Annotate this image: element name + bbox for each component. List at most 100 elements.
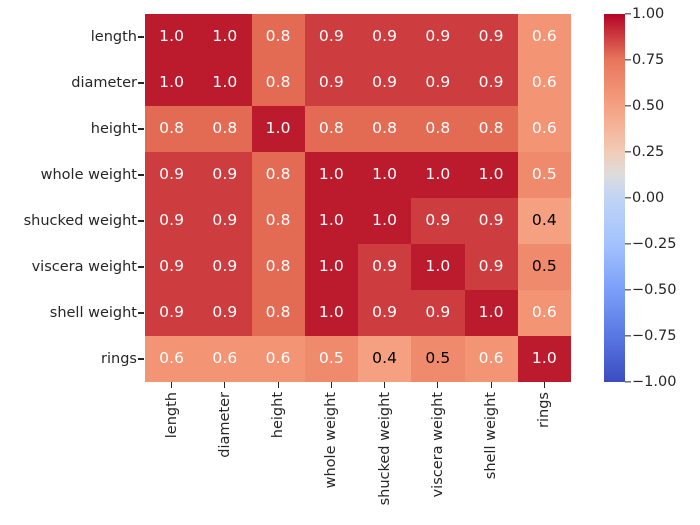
heatmap-cell: 0.9 [411, 198, 465, 244]
y-axis-tick-label: shucked weight [23, 213, 137, 229]
heatmap-cell: 0.6 [517, 14, 571, 60]
heatmap-cell: 0.8 [251, 14, 305, 60]
heatmap-cell: 0.6 [145, 336, 199, 382]
y-axis-tick-mark [137, 60, 145, 106]
heatmap-cell: 1.0 [304, 152, 358, 198]
y-axis-tick-mark [137, 152, 145, 198]
heatmap-cell: 0.9 [358, 290, 412, 336]
correlation-heatmap-figure: length diameter height whole weight shucked … [0, 0, 700, 525]
heatmap-cell: 0.6 [464, 336, 518, 382]
heatmap-cell: 1.0 [198, 60, 252, 106]
x-axis-tick-mark [305, 382, 358, 390]
heatmap-cell: 1.0 [358, 198, 412, 244]
colorbar-tick-label: −0.50 [632, 282, 677, 298]
y-axis-tick-label: rings [101, 351, 137, 367]
colorbar-tick-mark [625, 289, 631, 291]
y-axis-tick-mark [137, 244, 145, 290]
colorbar-tick-mark [625, 105, 631, 107]
heatmap-cell: 0.5 [411, 336, 465, 382]
colorbar-tick-mark [625, 13, 631, 15]
x-axis-tick-label-slot: height [252, 392, 305, 522]
y-axis-tick-mark [137, 14, 145, 60]
heatmap-cell: 0.9 [304, 14, 358, 60]
heatmap-cell: 1.0 [198, 14, 252, 60]
heatmap-cell: 0.8 [251, 152, 305, 198]
heatmap-cell: 0.8 [464, 106, 518, 152]
heatmap-cell: 0.8 [304, 106, 358, 152]
heatmap-cell: 0.8 [251, 244, 305, 290]
heatmap-cell: 0.4 [517, 198, 571, 244]
x-axis-tick-mark [198, 382, 251, 390]
heatmap-cell: 0.8 [145, 106, 199, 152]
heatmap-cell: 0.8 [198, 106, 252, 152]
y-axis-tick-labels: length diameter height whole weight shucked … [0, 14, 137, 382]
heatmap-cell: 0.8 [411, 106, 465, 152]
y-axis-tick-marks [137, 14, 145, 382]
heatmap-cell: 0.9 [358, 60, 412, 106]
x-axis-tick-label-slot: shucked weight [358, 392, 411, 522]
x-axis-tick-mark [145, 382, 198, 390]
colorbar-tick-label: −1.00 [632, 374, 677, 390]
colorbar-tick-labels: 1.00 0.75 0.50 0.25 0.00 −0.25 −0.50 −0.75 −1.00 [632, 6, 698, 390]
heatmap-cell: 1.0 [145, 60, 199, 106]
heatmap-cell: 0.9 [145, 198, 199, 244]
heatmap-cell: 0.9 [198, 290, 252, 336]
x-axis-tick-label-slot: viscera weight [411, 392, 464, 522]
colorbar-tick-mark [625, 59, 631, 61]
heatmap-cell: 0.9 [464, 14, 518, 60]
colorbar-tick-label: 0.75 [632, 52, 665, 68]
y-axis-tick-label: length [90, 29, 137, 45]
y-axis-tick-label: shell weight [49, 305, 137, 321]
heatmap-cell: 1.0 [517, 336, 571, 382]
heatmap-cell: 1.0 [304, 290, 358, 336]
heatmap-cell: 1.0 [464, 290, 518, 336]
colorbar-tick-label: 0.00 [632, 190, 665, 206]
x-axis-tick-label-slot: diameter [198, 392, 251, 522]
x-axis-tick-mark [358, 382, 411, 390]
heatmap-cell: 0.8 [358, 106, 412, 152]
heatmap-cell: 0.9 [464, 60, 518, 106]
heatmap-cell: 1.0 [304, 198, 358, 244]
heatmap-cell: 0.6 [251, 336, 305, 382]
heatmap-cell: 0.9 [358, 14, 412, 60]
heatmap-cell: 1.0 [358, 152, 412, 198]
colorbar-tick-label: −0.25 [632, 236, 677, 252]
x-axis-tick-mark [518, 382, 571, 390]
colorbar-tick-label: 0.50 [632, 98, 665, 114]
x-axis-tick-mark [411, 382, 464, 390]
x-axis-tick-label: shell weight [483, 392, 500, 480]
colorbar-tick-label: 0.25 [632, 144, 665, 160]
colorbar [604, 13, 631, 383]
heatmap-cell: 0.5 [517, 152, 571, 198]
heatmap-plot-area: 1.0 1.0 0.8 0.9 0.9 0.9 0.9 0.6 1.0 1.0 0.8 0.9 0.9 0… [145, 14, 571, 382]
heatmap-cell: 0.8 [251, 60, 305, 106]
y-axis-tick-mark [137, 198, 145, 244]
x-axis-tick-label-slot: length [145, 392, 198, 522]
y-axis-tick-label: whole weight [40, 167, 137, 183]
colorbar-tick-label: 1.00 [632, 6, 665, 22]
x-axis-tick-label: viscera weight [429, 392, 446, 498]
heatmap-cell: 0.9 [145, 290, 199, 336]
y-axis-tick-mark [137, 106, 145, 152]
heatmap-cell: 0.9 [411, 14, 465, 60]
heatmap-cell: 0.6 [517, 60, 571, 106]
heatmap-cell: 0.6 [517, 290, 571, 336]
x-axis-tick-labels: length diameter height whole weight shucked … [145, 392, 571, 522]
x-axis-tick-label-slot: shell weight [465, 392, 518, 522]
heatmap-cell: 1.0 [251, 106, 305, 152]
x-axis-tick-label-slot: rings [518, 392, 571, 522]
y-axis-tick-label: diameter [71, 75, 137, 91]
x-axis-tick-label: shucked weight [376, 392, 393, 506]
colorbar-tick-mark [625, 243, 631, 245]
heatmap-cell: 0.9 [411, 60, 465, 106]
x-axis-tick-label: whole weight [323, 392, 340, 489]
heatmap-cell: 0.6 [198, 336, 252, 382]
heatmap-cell: 0.5 [304, 336, 358, 382]
heatmap-cell: 0.6 [517, 106, 571, 152]
y-axis-tick-mark [137, 290, 145, 336]
heatmap-cell: 0.8 [251, 198, 305, 244]
y-axis-tick-label: height [90, 121, 137, 137]
heatmap-cell: 0.9 [411, 290, 465, 336]
heatmap-cell: 0.4 [358, 336, 412, 382]
heatmap-cell: 0.9 [145, 244, 199, 290]
